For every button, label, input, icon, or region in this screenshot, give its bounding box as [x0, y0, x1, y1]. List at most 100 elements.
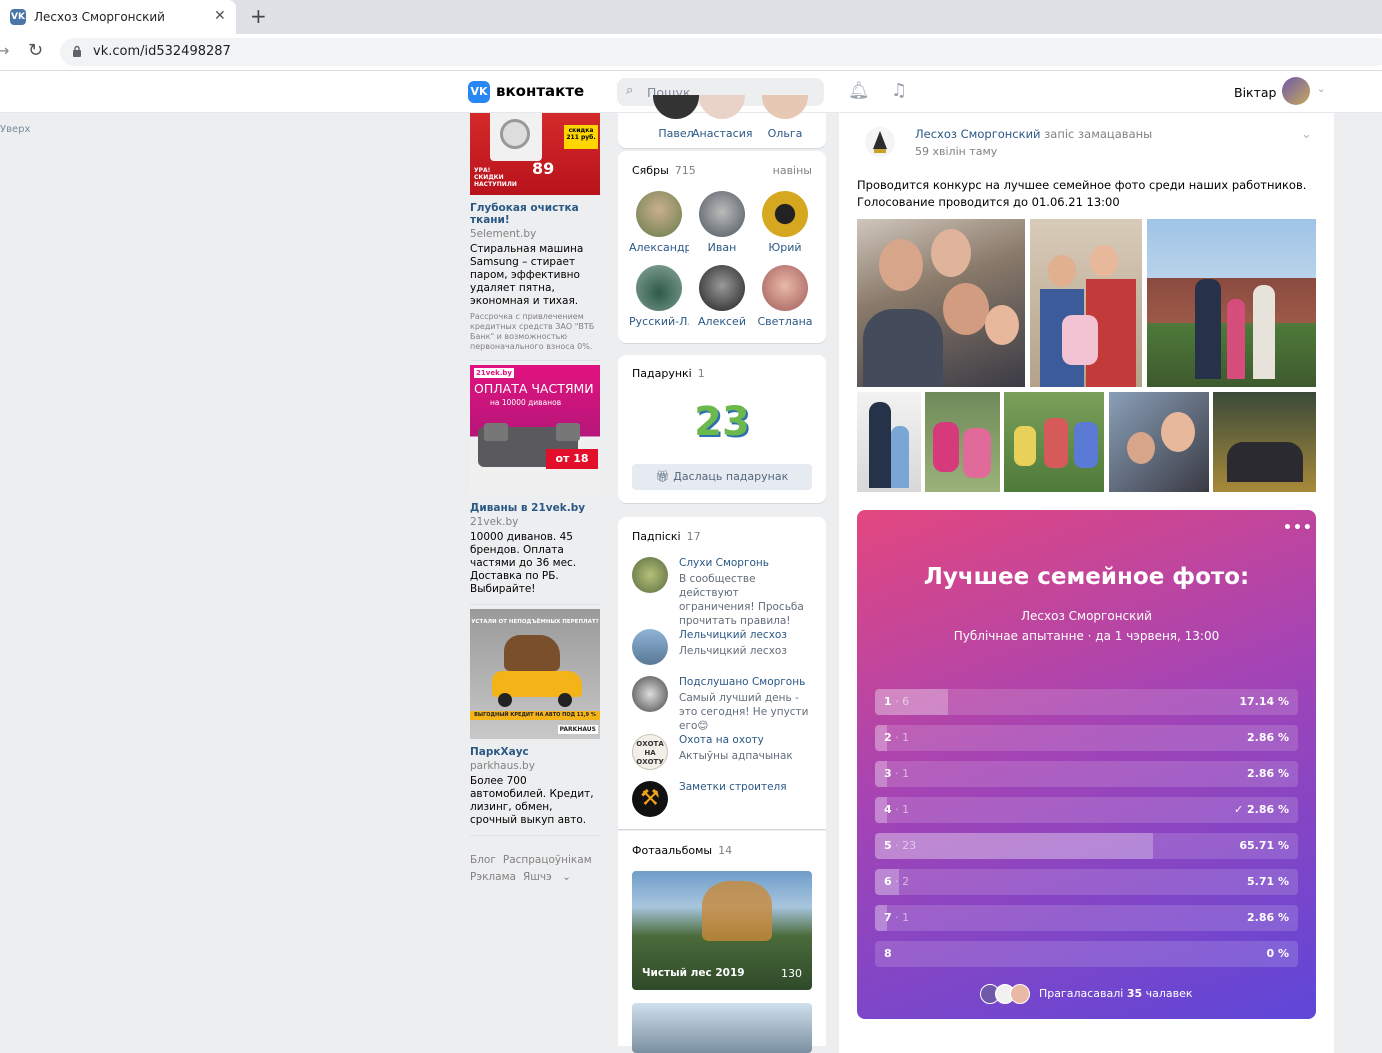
avatar: ОХОТА НА ОХОТУ — [632, 734, 668, 770]
back-arrow-icon[interactable]: → — [0, 41, 9, 60]
poll-meta: Публічнае апытанне · да 1 чэрвеня, 13:00 — [953, 629, 1220, 643]
tab-title: Лесхоз Сморгонский — [34, 10, 165, 24]
footer-link-ads[interactable]: Рэклама — [470, 871, 516, 883]
close-tab-icon[interactable]: ✕ — [214, 8, 226, 24]
ad-block[interactable]: 21vek.by ОПЛАТА ЧАСТЯМИ на 10000 диванов… — [470, 365, 600, 605]
vk-favicon-icon: VK — [10, 9, 26, 25]
chevron-down-icon: ⌄ — [562, 871, 571, 883]
post-photo[interactable] — [857, 219, 1025, 387]
post-photo[interactable] — [1030, 219, 1142, 387]
chevron-down-icon[interactable]: ⌄ — [1317, 84, 1325, 95]
gift-image[interactable]: 23 — [692, 399, 752, 447]
friends-header[interactable]: Сябры 715 — [632, 164, 696, 177]
author-avatar[interactable] — [865, 127, 895, 157]
poll-option[interactable]: 4 · 1 ✓ 2.86 % — [875, 797, 1298, 823]
poll-option-name: 7 — [884, 911, 892, 924]
poll-option-votes: 1 — [902, 767, 910, 780]
new-tab-button[interactable]: + — [250, 4, 267, 28]
vk-logo-text[interactable]: вконтакте — [496, 82, 584, 100]
poll-owner[interactable]: Лесхоз Сморгонский — [857, 609, 1316, 623]
album-cover[interactable]: Чистый лес 2019 130 — [632, 871, 812, 990]
poll-option[interactable]: 8 0 % — [875, 941, 1298, 967]
poll-option[interactable]: 1 · 6 17.14 % — [875, 689, 1298, 715]
ad-title[interactable]: Глубокая очистка ткани! — [470, 202, 600, 226]
footer-link-blog[interactable]: Блог — [470, 854, 496, 866]
chevron-down-icon[interactable]: ⌄ — [1301, 127, 1312, 142]
poll-option-label: 6 · 2 — [884, 875, 909, 888]
album-cover[interactable] — [632, 1003, 812, 1053]
avatar[interactable] — [1282, 77, 1310, 105]
poll-option-label: 2 · 1 — [884, 731, 909, 744]
poll-option[interactable]: 6 · 2 5.71 % — [875, 869, 1298, 895]
friend-item[interactable]: Алексей — [692, 265, 752, 328]
poll-option[interactable]: 2 · 1 2.86 % — [875, 725, 1298, 751]
gifts-header[interactable]: Падарункі 1 — [632, 367, 705, 380]
poll-option[interactable]: 5 · 23 65.71 % — [875, 833, 1298, 859]
ad-title[interactable]: ПаркХаус — [470, 746, 600, 758]
poll-option-percent-value: 0 % — [1266, 947, 1289, 960]
poll-option-percent-value: 5.71 % — [1247, 875, 1289, 888]
friend-item[interactable]: Светлана — [755, 265, 815, 328]
album-photo-count: 130 — [781, 967, 802, 980]
friends-updates-link[interactable]: навіны — [773, 164, 812, 177]
post-photo[interactable] — [1109, 392, 1209, 492]
post-time[interactable]: 59 хвілін таму — [915, 145, 997, 158]
gifts-block: Падарункі 1 23 🎁︎ Даслаць падарунак — [618, 355, 826, 503]
poll-option[interactable]: 7 · 1 2.86 % — [875, 905, 1298, 931]
poll-voted-suffix: чалавек — [1145, 987, 1193, 1000]
ad-separator — [470, 604, 600, 605]
friend-item[interactable]: Юрий — [755, 191, 815, 254]
ad-caption: ВЫГОДНЫЙ КРЕДИТ НА АВТО ПОД 11,9 % — [470, 711, 600, 720]
ad-block[interactable]: УСТАЛИ ОТ НЕПОДЪЁМНЫХ ПЕРЕПЛАТ? ВЫГОДНЫЙ… — [470, 609, 600, 836]
bell-icon[interactable]: 🔔︎ — [848, 81, 870, 101]
subscriptions-title: Падпіскі — [632, 530, 681, 543]
ad-image[interactable]: скидка 211 руб. 89 УРА! СКИДКИ НАСТУПИЛИ — [470, 113, 600, 195]
scroll-top-link[interactable]: Уверх — [0, 124, 30, 135]
friend-item[interactable]: Иван — [692, 191, 752, 254]
footer-link-developers[interactable]: Распрацоўнікам — [503, 854, 592, 866]
vk-logo-icon[interactable]: VK — [468, 81, 490, 103]
friend-name: Светлана — [757, 315, 813, 328]
friend-item[interactable]: Александр — [629, 191, 689, 254]
music-icon[interactable]: ♫ — [891, 80, 907, 101]
ad-block[interactable]: скидка 211 руб. 89 УРА! СКИДКИ НАСТУПИЛИ… — [470, 113, 600, 361]
post-photo[interactable] — [1213, 392, 1316, 492]
reload-icon[interactable]: ↻ — [28, 40, 43, 61]
poll-option-votes: 23 — [902, 839, 917, 852]
ad-text: 10000 диванов. 45 брендов. Оплата частям… — [470, 531, 577, 595]
post-photo[interactable] — [857, 392, 921, 492]
footer-link-more[interactable]: Яшчэ ⌄ — [523, 871, 578, 883]
albums-header[interactable]: Фотаальбомы 14 — [632, 844, 732, 857]
avatar[interactable] — [699, 95, 745, 119]
poll-option-label: 3 · 1 — [884, 767, 909, 780]
ad-image[interactable]: УСТАЛИ ОТ НЕПОДЪЁМНЫХ ПЕРЕПЛАТ? ВЫГОДНЫЙ… — [470, 609, 600, 739]
top-friends-strip: Павел Анастасия Ольга — [618, 95, 826, 148]
address-toolbar: → ↻ vk.com/id532498287 — [0, 34, 1382, 71]
user-name[interactable]: Віктар — [1234, 85, 1276, 100]
post-photo[interactable] — [1004, 392, 1104, 492]
avatar[interactable] — [762, 95, 808, 119]
poll-voters[interactable]: Прагаласавалі 35 чалавек — [857, 984, 1316, 1004]
ad-brand-logo: 21vek.by — [474, 368, 514, 378]
poll-menu-icon[interactable]: ••• — [1283, 520, 1313, 536]
send-gift-button[interactable]: 🎁︎ Даслаць падарунак — [632, 464, 812, 490]
ad-title[interactable]: Диваны в 21vek.by — [470, 502, 600, 514]
send-gift-button-label: Даслаць падарунак — [673, 470, 789, 483]
poll-option-name: 2 — [884, 731, 892, 744]
post-photo[interactable] — [1147, 219, 1316, 387]
poll-option-percent-value: 2.86 % — [1247, 767, 1289, 780]
ad-separator — [470, 835, 600, 836]
poll-option-name: 1 — [884, 695, 892, 708]
subscriptions-header[interactable]: Падпіскі 17 — [632, 530, 701, 543]
friend-name[interactable]: Анастасия — [692, 127, 752, 140]
ad-image[interactable]: 21vek.by ОПЛАТА ЧАСТЯМИ на 10000 диванов… — [470, 365, 600, 495]
avatar — [636, 265, 682, 311]
poll-option[interactable]: 3 · 1 2.86 % — [875, 761, 1298, 787]
friend-name[interactable]: Ольга — [755, 127, 815, 140]
post-author[interactable]: Лесхоз Сморгонский — [915, 127, 1041, 141]
friend-item[interactable]: Русский-Л... — [629, 265, 689, 328]
omnibox[interactable]: vk.com/id532498287 — [60, 38, 1382, 66]
browser-tab[interactable]: VK Лесхоз Сморгонский ✕ — [0, 0, 236, 34]
post-photo[interactable] — [925, 392, 1000, 492]
poll-option-separator: · — [891, 875, 903, 888]
